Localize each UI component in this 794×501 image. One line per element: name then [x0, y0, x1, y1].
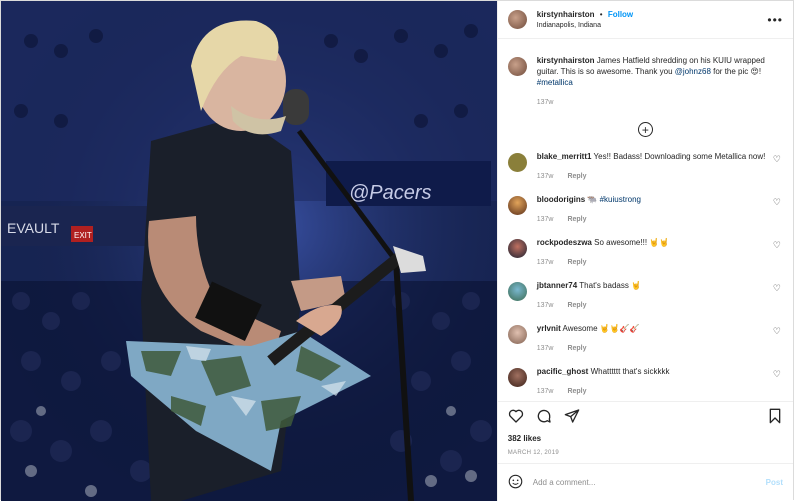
comment-row: bloodorigins 🐃 #kuiustrong 137w Reply ♡: [507, 194, 783, 225]
load-more-comments-icon[interactable]: +: [637, 122, 653, 137]
commenter-username[interactable]: yrlvnit: [537, 324, 561, 333]
author-info: kirstynhairston • Follow Indianapolis, I…: [537, 9, 633, 31]
caption-mention[interactable]: @johnz68: [675, 67, 711, 76]
bookmark-icon[interactable]: [767, 408, 783, 429]
caption-hashtag[interactable]: #metallica: [537, 78, 573, 87]
pacers-sign: @Pacers: [349, 182, 432, 204]
caption-meta: 137w: [537, 97, 779, 108]
reply-button[interactable]: Reply: [567, 345, 586, 352]
load-more: +: [508, 122, 783, 137]
post-header: kirstynhairston • Follow Indianapolis, I…: [497, 1, 793, 39]
comment-meta: 137w Reply: [537, 257, 779, 268]
caption-username[interactable]: kirstynhairston: [537, 56, 595, 65]
reply-button[interactable]: Reply: [567, 302, 586, 309]
comment-hashtag[interactable]: #kuiustrong: [600, 195, 641, 204]
comment-icon[interactable]: [536, 408, 552, 429]
comment-text: yrlvnit Awesome 🤘🤘🎸🎸 137w Reply: [537, 323, 779, 354]
reply-button[interactable]: Reply: [567, 216, 586, 223]
post-comment-button[interactable]: Post: [766, 478, 783, 487]
emoji-icon[interactable]: [508, 474, 523, 492]
reply-button[interactable]: Reply: [567, 173, 586, 180]
comment-like-heart-icon[interactable]: ♡: [773, 154, 781, 165]
comment-meta: 137w Reply: [537, 300, 779, 311]
comment-time[interactable]: 137w: [537, 345, 554, 352]
post-date[interactable]: MARCH 12, 2019: [508, 450, 783, 456]
commenter-username[interactable]: jbtanner74: [537, 281, 577, 290]
share-icon[interactable]: [564, 408, 580, 429]
comment-row: jbtanner74 That's badass 🤘 137w Reply ♡: [507, 280, 783, 311]
author-username[interactable]: kirstynhairston: [537, 10, 595, 19]
concert-photo: EVAULT EXIT @Pacers: [1, 1, 497, 501]
comments-list[interactable]: kirstynhairston James Hatfield shredding…: [498, 39, 793, 399]
comment-like-heart-icon[interactable]: ♡: [773, 197, 781, 208]
comment-body: Yes!! Badass! Downloading some Metallica…: [593, 152, 766, 161]
exit-sign: EXIT: [74, 231, 92, 240]
comment-meta: 137w Reply: [537, 343, 779, 354]
comment-body: That's badass 🤘: [579, 281, 642, 290]
comment-like-heart-icon[interactable]: ♡: [773, 240, 781, 251]
separator-dot: •: [599, 9, 603, 19]
arena-sign-vault: EVAULT: [7, 220, 60, 236]
commenter-username[interactable]: blake_merritt1: [537, 152, 592, 161]
comment-time[interactable]: 137w: [537, 388, 554, 395]
comment-row: pacific_ghost Whatttttt that's sickkkk 1…: [507, 366, 783, 397]
follow-button[interactable]: Follow: [608, 10, 633, 19]
commenter-avatar[interactable]: [507, 239, 527, 258]
action-bar: [508, 402, 783, 434]
commenter-username[interactable]: rockpodeszwa: [537, 238, 592, 247]
post-photo[interactable]: EVAULT EXIT @Pacers: [1, 1, 497, 501]
comment-time[interactable]: 137w: [537, 259, 554, 266]
comment-input[interactable]: Add a comment...: [533, 478, 596, 487]
comment-row: blake_merritt1 Yes!! Badass! Downloading…: [507, 151, 783, 182]
caption-time[interactable]: 137w: [537, 99, 554, 106]
reply-button[interactable]: Reply: [567, 259, 586, 266]
caption-text: kirstynhairston James Hatfield shredding…: [537, 55, 779, 108]
commenter-username[interactable]: bloodorigins: [537, 195, 585, 204]
post-dialog: EVAULT EXIT @Pacers kirstynhairston • Fo…: [0, 0, 794, 501]
comment-text: rockpodeszwa So awesome!!! 🤘🤘 137w Reply: [537, 237, 779, 268]
comment-time[interactable]: 137w: [537, 173, 554, 180]
comment-meta: 137w Reply: [537, 214, 779, 225]
comment-row: rockpodeszwa So awesome!!! 🤘🤘 137w Reply…: [507, 237, 783, 268]
comment-text: pacific_ghost Whatttttt that's sickkkk 1…: [537, 366, 779, 397]
comment-body: Whatttttt that's sickkkk: [590, 367, 670, 376]
comment-like-heart-icon[interactable]: ♡: [773, 283, 781, 294]
comment-meta: 137w Reply: [537, 386, 779, 397]
comment-time[interactable]: 137w: [537, 216, 554, 223]
more-options-icon[interactable]: •••: [767, 13, 783, 27]
commenter-avatar[interactable]: [507, 368, 527, 387]
add-comment-bar: Add a comment... Post: [497, 463, 793, 501]
comment-time[interactable]: 137w: [537, 302, 554, 309]
comment-like-heart-icon[interactable]: ♡: [773, 369, 781, 380]
commenter-username[interactable]: pacific_ghost: [537, 367, 589, 376]
comment-row: yrlvnit Awesome 🤘🤘🎸🎸 137w Reply ♡: [507, 323, 783, 354]
caption-avatar[interactable]: [507, 57, 527, 76]
comment-body: So awesome!!! 🤘🤘: [594, 238, 670, 247]
commenter-avatar[interactable]: [507, 196, 527, 215]
reply-button[interactable]: Reply: [567, 388, 586, 395]
comment-text: blake_merritt1 Yes!! Badass! Downloading…: [537, 151, 779, 182]
commenter-avatar[interactable]: [507, 325, 527, 344]
commenter-avatar[interactable]: [507, 153, 527, 172]
caption: kirstynhairston James Hatfield shredding…: [507, 55, 783, 108]
comment-body: Awesome 🤘🤘🎸🎸: [562, 324, 640, 333]
comment-like-heart-icon[interactable]: ♡: [773, 326, 781, 337]
heart-icon[interactable]: [508, 408, 524, 429]
comment-text: bloodorigins 🐃 #kuiustrong 137w Reply: [537, 194, 779, 225]
author-avatar[interactable]: [507, 10, 527, 29]
comment-body: 🐃: [587, 195, 600, 204]
comment-meta: 137w Reply: [537, 171, 779, 182]
comment-text: jbtanner74 That's badass 🤘 137w Reply: [537, 280, 779, 311]
location-link[interactable]: Indianapolis, Indiana: [537, 20, 633, 31]
likes-count[interactable]: 382 likes: [508, 434, 783, 443]
commenter-avatar[interactable]: [507, 282, 527, 301]
post-sidebar: kirstynhairston • Follow Indianapolis, I…: [496, 1, 793, 501]
caption-body-end: for the pic 😍!: [710, 67, 762, 76]
